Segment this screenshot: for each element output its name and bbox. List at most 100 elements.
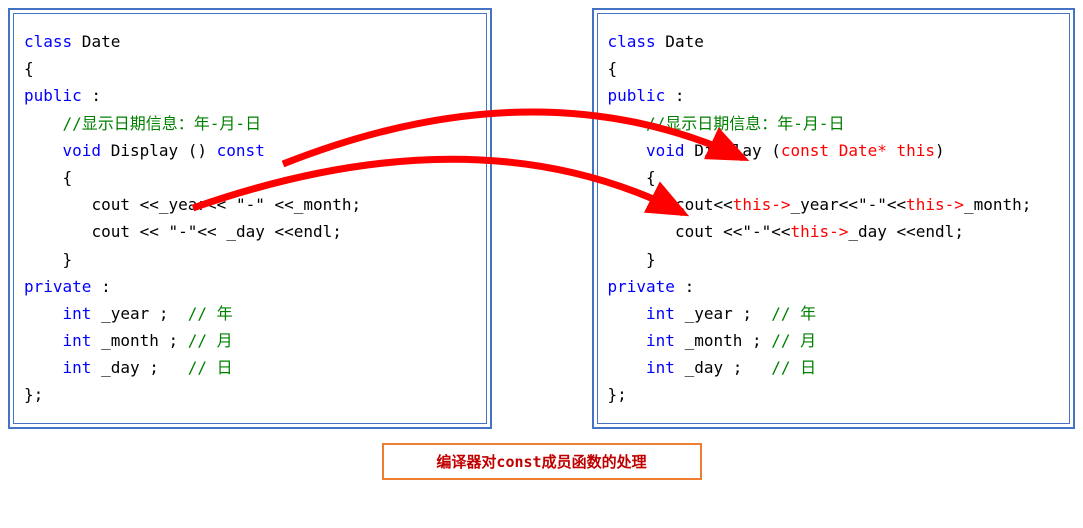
code-line: int _month ; // 月 — [608, 327, 1060, 354]
endl: endl; — [916, 222, 964, 241]
comment: // 年 — [188, 304, 233, 323]
indent — [24, 358, 63, 377]
comment: // 月 — [771, 331, 816, 350]
member-var: _day — [226, 222, 274, 241]
caption-text-2: 成员函数的处理 — [542, 453, 647, 471]
operator: << — [140, 222, 169, 241]
operator: << — [207, 195, 236, 214]
code-line: { — [24, 55, 476, 82]
comment: //显示日期信息：年-月-日 — [646, 114, 845, 133]
cout: cout — [675, 222, 723, 241]
string-literal: "-" — [742, 222, 771, 241]
operator: << — [713, 195, 732, 214]
code-line: int _day ; // 日 — [608, 354, 1060, 381]
keyword-void: void — [63, 141, 102, 160]
code-line: cout<<this->_year<<"-"<<this->_month; — [608, 191, 1060, 218]
code-line: class Date — [24, 28, 476, 55]
member-var: _day ; — [675, 358, 771, 377]
keyword-int: int — [646, 358, 675, 377]
member-var: _year — [791, 195, 839, 214]
indent — [608, 331, 647, 350]
indent — [608, 114, 647, 133]
member-var: _month ; — [675, 331, 771, 350]
code-line: cout << "-"<< _day <<endl; — [24, 218, 476, 245]
keyword-int: int — [63, 358, 92, 377]
keyword-private: private — [608, 277, 675, 296]
string-literal: "-" — [236, 195, 275, 214]
indent — [24, 195, 91, 214]
code-line: { — [608, 55, 1060, 82]
this-pointer: this-> — [906, 195, 964, 214]
this-pointer: this-> — [733, 195, 791, 214]
operator: << — [897, 222, 916, 241]
code-line: { — [24, 164, 476, 191]
indent — [24, 114, 63, 133]
class-name: Date — [72, 32, 120, 51]
code-line: } — [608, 246, 1060, 273]
colon: : — [91, 277, 110, 296]
this-pointer: this-> — [791, 222, 849, 241]
member-var: _day — [848, 222, 896, 241]
code-line: int _year ; // 年 — [608, 300, 1060, 327]
caption-text-1: 编译器对 — [436, 453, 496, 471]
keyword-int: int — [646, 331, 675, 350]
indent — [24, 331, 63, 350]
code-line: cout <<_year<< "-" <<_month; — [24, 191, 476, 218]
indent — [608, 195, 675, 214]
code-line: cout <<"-"<<this->_day <<endl; — [608, 218, 1060, 245]
keyword-class: class — [24, 32, 72, 51]
colon: : — [82, 86, 101, 105]
keyword-const: const — [217, 141, 265, 160]
code-line: } — [24, 246, 476, 273]
member-var: _month ; — [91, 331, 187, 350]
code-line: { — [608, 164, 1060, 191]
keyword-public: public — [608, 86, 666, 105]
comment: //显示日期信息：年-月-日 — [63, 114, 262, 133]
indent — [24, 222, 91, 241]
code-line: public : — [608, 82, 1060, 109]
member-var: _month; — [964, 195, 1031, 214]
code-line: int _year ; // 年 — [24, 300, 476, 327]
member-var: _month; — [294, 195, 361, 214]
operator: << — [197, 222, 226, 241]
function-name: Display ( — [685, 141, 781, 160]
member-var: _day ; — [91, 358, 187, 377]
operator: << — [140, 195, 159, 214]
indent — [24, 304, 63, 323]
comment: // 日 — [188, 358, 233, 377]
indent — [608, 141, 647, 160]
code-line: int _month ; // 月 — [24, 327, 476, 354]
member-var: _year ; — [675, 304, 771, 323]
member-var: _year ; — [91, 304, 187, 323]
const-this-param: const Date* this — [781, 141, 935, 160]
code-line: //显示日期信息：年-月-日 — [608, 110, 1060, 137]
string-literal: "-" — [169, 222, 198, 241]
operator: << — [771, 222, 790, 241]
code-line: class Date — [608, 28, 1060, 55]
keyword-private: private — [24, 277, 91, 296]
colon: : — [665, 86, 684, 105]
keyword-int: int — [63, 304, 92, 323]
keyword-int: int — [646, 304, 675, 323]
code-line: int _day ; // 日 — [24, 354, 476, 381]
class-name: Date — [656, 32, 704, 51]
keyword-void: void — [646, 141, 685, 160]
operator: << — [275, 222, 294, 241]
cout: cout — [91, 222, 139, 241]
code-line: }; — [608, 381, 1060, 408]
right-code-box: class Date { public : //显示日期信息：年-月-日 voi… — [592, 8, 1076, 429]
code-line: private : — [608, 273, 1060, 300]
cout: cout — [675, 195, 714, 214]
operator: << — [723, 222, 742, 241]
keyword-class: class — [608, 32, 656, 51]
code-line: public : — [24, 82, 476, 109]
function-name: Display () — [101, 141, 217, 160]
paren-close: ) — [935, 141, 945, 160]
left-code-inner: class Date { public : //显示日期信息：年-月-日 voi… — [13, 13, 487, 424]
string-literal: "-" — [858, 195, 887, 214]
code-line: void Display (const Date* this) — [608, 137, 1060, 164]
caption-box: 编译器对const成员函数的处理 — [382, 443, 702, 480]
code-line: }; — [24, 381, 476, 408]
comment: // 月 — [188, 331, 233, 350]
cout: cout — [91, 195, 139, 214]
